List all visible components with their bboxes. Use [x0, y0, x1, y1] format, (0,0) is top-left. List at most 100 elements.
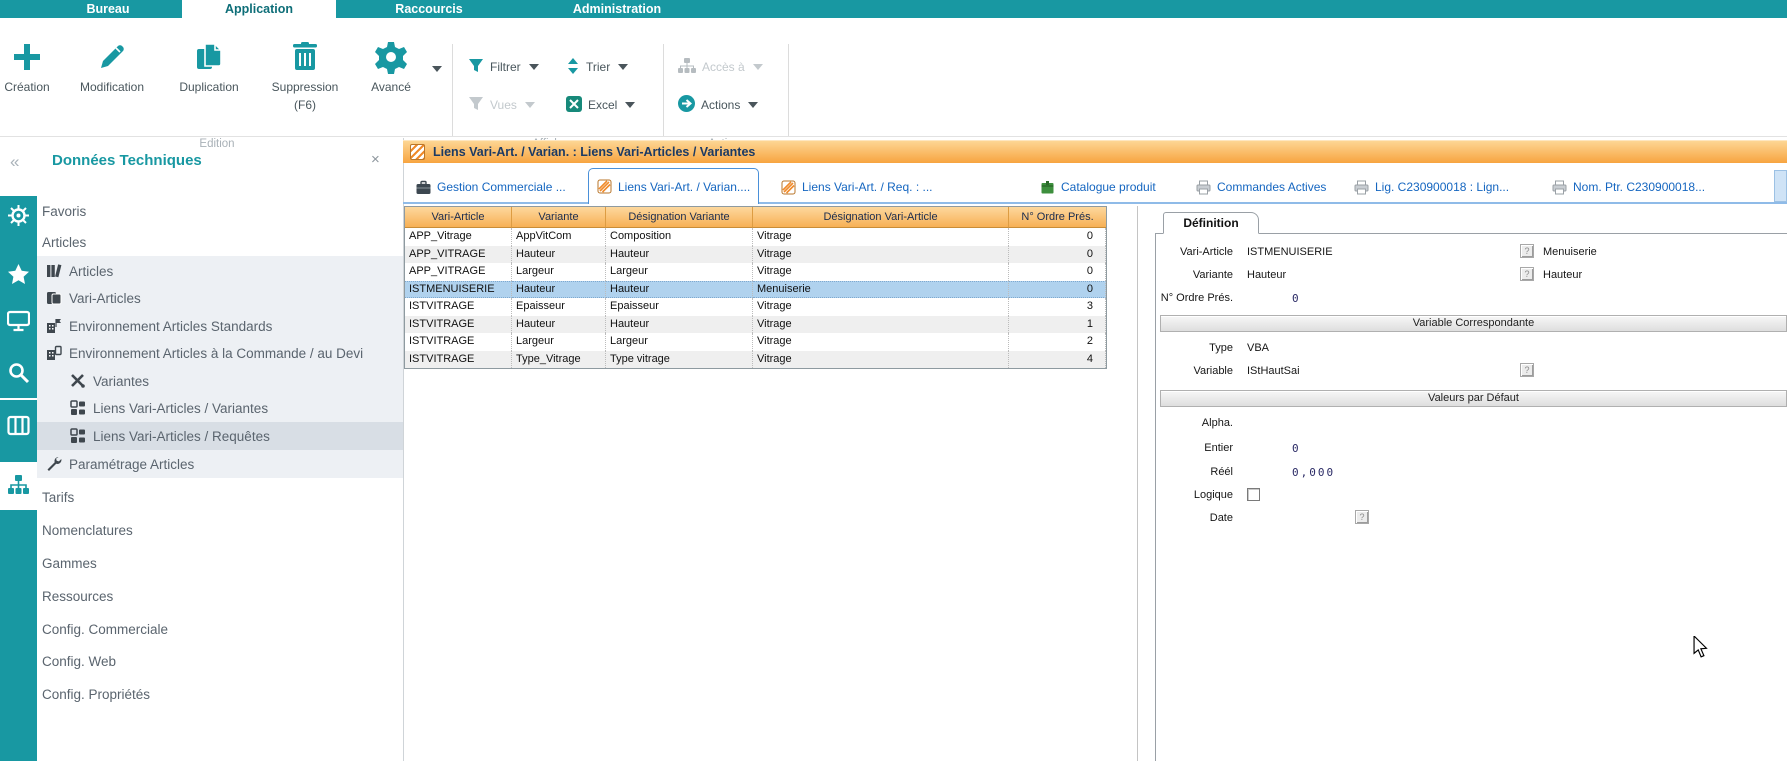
duplication-button[interactable]: Duplication: [161, 40, 257, 96]
table-row[interactable]: ISTVITRAGE Hauteur Hauteur Vitrage 1: [405, 316, 1106, 334]
tab-liens-vari-art-requetes[interactable]: Liens Vari-Art. / Req. : ...: [773, 172, 941, 202]
copy-icon: [192, 40, 226, 74]
table-row[interactable]: APP_Vitrage AppVitCom Composition Vitrag…: [405, 228, 1106, 246]
variante-lookup-button[interactable]: ?: [1520, 267, 1534, 281]
sidebar-item-gammes[interactable]: Gammes: [42, 549, 97, 577]
pages-icon: [46, 290, 62, 306]
sidebar-item-ressources[interactable]: Ressources: [42, 582, 113, 610]
menu-tab-administration[interactable]: Administration: [522, 0, 712, 18]
sidebar-item-config-proprietes[interactable]: Config. Propriétés: [42, 680, 150, 708]
sidebar-item-articles[interactable]: Articles: [46, 257, 113, 285]
actions-button[interactable]: Actions: [678, 94, 758, 116]
close-sidebar-icon[interactable]: ×: [371, 151, 380, 168]
variante-label: Variante: [1125, 269, 1233, 281]
monitor-icon[interactable]: [7, 309, 30, 332]
filtrer-dropdown-arrow[interactable]: [529, 64, 539, 70]
plus-icon: [10, 40, 44, 74]
excel-icon: [566, 96, 582, 115]
columns-icon[interactable]: [7, 414, 30, 437]
table-row-selected[interactable]: ISTMENUISERIE Hauteur Hauteur Menuiserie…: [405, 281, 1106, 299]
collapse-sidebar-icon[interactable]: «: [10, 152, 19, 172]
sidebar-item-liens-vari-articles-requetes[interactable]: Liens Vari-Articles / Requêtes: [70, 422, 270, 450]
sidebar-item-config-web[interactable]: Config. Web: [42, 647, 116, 675]
modification-button[interactable]: Modification: [64, 40, 160, 96]
sidebar-item-parametrage-articles[interactable]: Paramétrage Articles: [46, 450, 194, 478]
column-header[interactable]: Variante: [512, 207, 606, 228]
sidebar-item-articles-group[interactable]: Articles: [42, 228, 86, 256]
gear-icon: [374, 40, 408, 74]
reel-value[interactable]: 0,000: [1292, 466, 1335, 479]
ship-wheel-icon[interactable]: [7, 204, 30, 227]
star-icon[interactable]: [7, 263, 30, 286]
menu-tab-bureau[interactable]: Bureau: [34, 0, 182, 18]
logique-checkbox[interactable]: [1247, 488, 1260, 501]
sidebar-item-config-commerciale[interactable]: Config. Commerciale: [42, 615, 168, 643]
grid-panel-divider: [1137, 206, 1138, 761]
entier-value[interactable]: 0: [1292, 442, 1301, 455]
actions-dropdown-arrow[interactable]: [748, 102, 758, 108]
reel-label: Réél: [1125, 466, 1233, 478]
printer-icon: [1354, 180, 1369, 195]
ribbon-bottom-border: [0, 136, 1787, 137]
sidebar-item-tarifs[interactable]: Tarifs: [42, 483, 74, 511]
variable-lookup-button[interactable]: ?: [1520, 363, 1534, 377]
tab-nom-ptr-c230900018[interactable]: Nom. Ptr. C230900018...: [1544, 172, 1713, 202]
search-icon[interactable]: [7, 361, 30, 384]
trash-icon: [288, 40, 322, 74]
table-row[interactable]: APP_VITRAGE Largeur Largeur Vitrage 0: [405, 263, 1106, 281]
variante-value[interactable]: Hauteur: [1247, 269, 1286, 281]
acces-dropdown-arrow: [753, 64, 763, 70]
notebook-icon: [781, 180, 796, 195]
sidebar-item-liens-vari-articles-variantes[interactable]: Liens Vari-Articles / Variantes: [70, 394, 268, 422]
excel-button[interactable]: Excel: [566, 94, 635, 116]
tab-gestion-commerciale[interactable]: Gestion Commerciale ...: [408, 172, 574, 202]
sidebar-item-favoris[interactable]: Favoris: [42, 197, 86, 225]
tab-catalogue-produit[interactable]: Catalogue produit: [1032, 172, 1164, 202]
avance-dropdown-arrow[interactable]: [432, 66, 442, 72]
sidebar-item-variantes[interactable]: Variantes: [70, 367, 149, 395]
vues-button-disabled: Vues: [468, 94, 535, 116]
tab-scroll-stub[interactable]: [1774, 170, 1787, 202]
tab-lig-c230900018[interactable]: Lig. C230900018 : Lign...: [1346, 172, 1517, 202]
briefcase-icon: [416, 180, 431, 195]
acces-a-button-disabled: Accès à: [678, 56, 763, 78]
menu-bar: Bureau Application Raccourcis Administra…: [0, 0, 1787, 18]
ribbon-separator: [663, 44, 664, 136]
sort-icon: [566, 58, 580, 77]
vari-article-lookup-button[interactable]: ?: [1520, 244, 1534, 258]
filtrer-button[interactable]: Filtrer: [468, 56, 539, 78]
column-header[interactable]: Désignation Variante: [606, 207, 753, 228]
suppression-button[interactable]: Suppression(F6): [257, 40, 353, 114]
trier-dropdown-arrow[interactable]: [618, 64, 628, 70]
sidebar-item-env-articles-commande[interactable]: Environnement Articles à la Commande / a…: [46, 339, 363, 367]
section-valeurs-par-defaut: Valeurs par Défaut: [1160, 390, 1787, 407]
variable-value[interactable]: IStHautSai: [1247, 365, 1300, 377]
ordre-value[interactable]: 0: [1292, 292, 1301, 305]
column-header[interactable]: Désignation Vari-Article: [753, 207, 1009, 228]
sidebar-item-nomenclatures[interactable]: Nomenclatures: [42, 516, 133, 544]
tab-definition[interactable]: Définition: [1163, 212, 1259, 234]
sidebar-item-vari-articles[interactable]: Vari-Articles: [46, 284, 141, 312]
sitemap-icon: [678, 58, 696, 77]
tab-commandes-actives[interactable]: Commandes Actives: [1188, 172, 1334, 202]
table-row[interactable]: ISTVITRAGE Epaisseur Epaisseur Vitrage 3: [405, 298, 1106, 316]
sitemap-module-icon[interactable]: [7, 474, 30, 497]
menu-tab-raccourcis[interactable]: Raccourcis: [336, 0, 522, 18]
date-lookup-button[interactable]: ?: [1355, 510, 1369, 524]
column-header[interactable]: N° Ordre Prés.: [1009, 207, 1106, 228]
vari-article-value[interactable]: ISTMENUISERIE: [1247, 246, 1333, 258]
menu-tab-application[interactable]: Application: [182, 0, 336, 18]
table-row[interactable]: ISTVITRAGE Largeur Largeur Vitrage 2: [405, 333, 1106, 351]
table-row[interactable]: ISTVITRAGE Type_Vitrage Type vitrage Vit…: [405, 351, 1106, 369]
vari-articles-grid: Vari-Article Variante Désignation Varian…: [404, 206, 1107, 369]
trier-button[interactable]: Trier: [566, 56, 628, 78]
avance-button[interactable]: Avancé: [346, 40, 436, 96]
type-value[interactable]: VBA: [1247, 342, 1269, 354]
document-title-bar: Liens Vari-Art. / Varian. : Liens Vari-A…: [403, 140, 1787, 163]
column-header[interactable]: Vari-Article: [405, 207, 512, 228]
tab-liens-vari-art-variantes-active[interactable]: Liens Vari-Art. / Varian....: [588, 168, 759, 204]
table-row[interactable]: APP_VITRAGE Hauteur Hauteur Vitrage 0: [405, 246, 1106, 264]
date-label: Date: [1125, 512, 1233, 524]
excel-dropdown-arrow[interactable]: [625, 102, 635, 108]
sidebar-item-env-articles-standards[interactable]: Environnement Articles Standards: [46, 312, 272, 340]
